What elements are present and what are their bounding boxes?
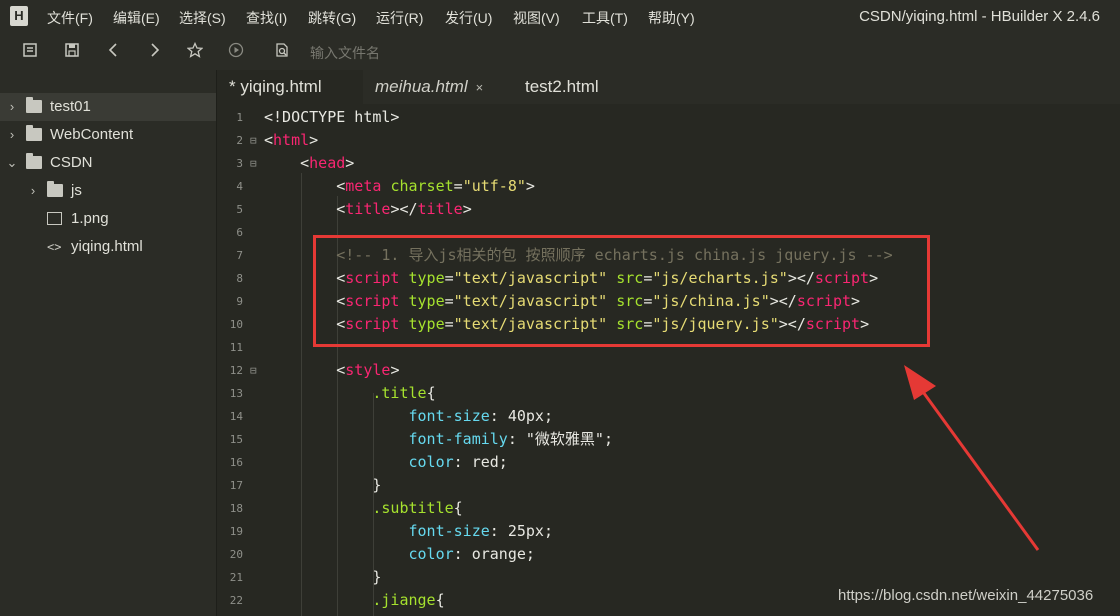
watermark: https://blog.csdn.net/weixin_44275036 (838, 587, 1094, 604)
annotation-arrow (904, 365, 1040, 551)
